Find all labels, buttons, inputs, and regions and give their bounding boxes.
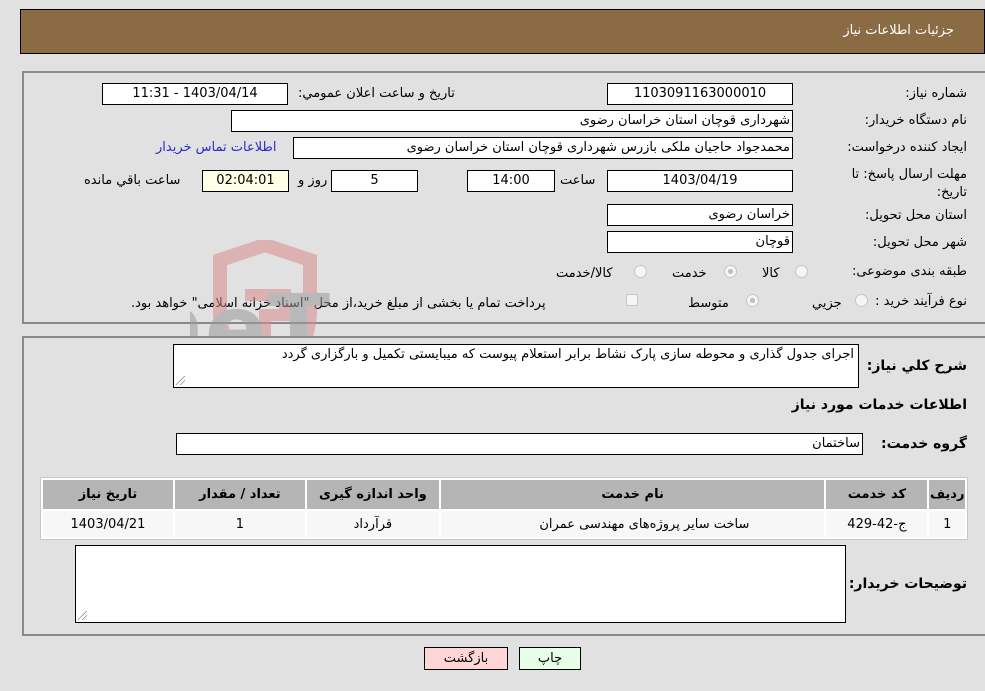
process-type-label: نوع فرآیند خرید : (875, 294, 967, 309)
services-heading: اطلاعات خدمات مورد نیاز (791, 397, 967, 413)
announce-date-field: 1403/04/14 - 11:31 (102, 83, 288, 105)
table-row: 1 ج-42-429 ساخت سایر پروژه‌های مهندسی عم… (43, 511, 965, 537)
buyer-org-label: نام دستگاه خریدار: (864, 113, 967, 128)
cell-need-date: 1403/04/21 (43, 511, 173, 537)
col-header-quantity: تعداد / مقدار (174, 480, 305, 509)
treasury-checkbox[interactable] (626, 294, 638, 306)
resize-grip-icon[interactable] (78, 611, 87, 620)
days-label: روز و (298, 173, 328, 188)
buyer-org-field: شهرداری قوچان استان خراسان رضوی (231, 110, 793, 132)
creator-label: ایجاد کننده درخواست: (847, 140, 967, 155)
category-label: طبقه بندی موضوعی: (851, 264, 967, 279)
resize-grip-icon[interactable] (176, 376, 185, 385)
announce-date-label: تاریخ و ساعت اعلان عمومي: (298, 86, 455, 101)
category-option-goods-service: کالا/خدمت (556, 266, 613, 281)
deadline-date-field: 1403/04/19 (607, 170, 793, 192)
buyer-contact-link[interactable]: اطلاعات تماس خریدار (156, 140, 276, 155)
col-header-row-number: ردیف (929, 480, 965, 509)
col-header-unit: واحد اندازه گیری (306, 480, 439, 509)
remaining-time-field: 02:04:01 (202, 170, 289, 192)
cell-row-number: 1 (929, 511, 965, 537)
deadline-time-field: 14:00 (467, 170, 555, 192)
need-number-field: 1103091163000010 (607, 83, 793, 105)
cell-quantity: 1 (174, 511, 305, 537)
service-group-label: گروه خدمت: (881, 436, 967, 452)
table-header-row: ردیف کد خدمت نام خدمت واحد اندازه گیری ت… (43, 480, 965, 509)
category-radio-goods-service[interactable] (634, 265, 647, 278)
buyer-notes-label: توضیحات خریدار: (848, 576, 967, 592)
city-field: قوچان (607, 231, 793, 253)
process-radio-minor[interactable] (855, 294, 868, 307)
page-header: جزئیات اطلاعات نیاز (20, 9, 985, 54)
cell-service-code: ج-42-429 (826, 511, 928, 537)
city-label: شهر محل تحویل: (872, 235, 967, 250)
description-label: شرح کلي نیاز: (866, 358, 967, 374)
col-header-need-date: تاریخ نیاز (43, 480, 173, 509)
buyer-notes-textarea[interactable] (75, 545, 846, 623)
category-option-service: خدمت (672, 266, 707, 281)
service-group-field: ساختمان (176, 433, 863, 455)
print-button[interactable]: چاپ (519, 647, 581, 670)
description-text: اجرای جدول گذاری و محوطه سازی پارک نشاط … (281, 347, 854, 362)
treasury-checkbox-label: پرداخت تمام یا بخشی از مبلغ خرید،از محل … (131, 296, 546, 311)
col-header-service-code: کد خدمت (826, 480, 928, 509)
cell-service-name: ساخت سایر پروژه‌های مهندسی عمران (440, 511, 825, 537)
deadline-time-label: ساعت (560, 173, 596, 188)
services-table: ردیف کد خدمت نام خدمت واحد اندازه گیری ت… (40, 477, 968, 540)
need-number-label: شماره نیاز: (905, 86, 967, 101)
category-radio-goods[interactable] (795, 265, 808, 278)
page-title: جزئیات اطلاعات نیاز (843, 23, 954, 38)
back-button[interactable]: بازگشت (424, 647, 508, 670)
description-textarea[interactable]: اجرای جدول گذاری و محوطه سازی پارک نشاط … (173, 344, 859, 388)
col-header-service-name: نام خدمت (440, 480, 825, 509)
province-field: خراسان رضوی (607, 204, 793, 226)
days-remaining-field: 5 (331, 170, 418, 192)
category-radio-service[interactable] (724, 265, 737, 278)
process-option-medium: متوسط (688, 296, 729, 311)
category-option-goods: کالا (762, 266, 780, 281)
remaining-time-label: ساعت باقي مانده (84, 173, 181, 188)
deadline-label: مهلت ارسال پاسخ: تا تاریخ: (851, 167, 967, 200)
creator-field: محمدجواد حاجیان ملکی بازرس شهرداری قوچان… (293, 137, 793, 159)
process-option-minor: جزيي (812, 296, 842, 311)
province-label: استان محل تحویل: (865, 208, 967, 223)
process-radio-medium[interactable] (746, 294, 759, 307)
cell-unit: قرآرداد (306, 511, 439, 537)
